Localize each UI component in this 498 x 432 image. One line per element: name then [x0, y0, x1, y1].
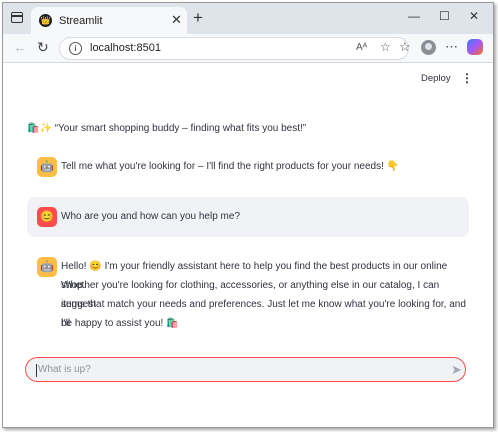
browser-window: 👑 Streamlit ✕ + — ☐ ✕ ← ↻ i localhost:85…	[2, 2, 494, 428]
favorite-star-icon[interactable]: ☆	[380, 40, 391, 54]
read-aloud-icon[interactable]: Aᴬ	[356, 42, 367, 53]
tab-streamlit[interactable]: 👑 Streamlit ✕	[31, 7, 187, 34]
close-tab-icon[interactable]: ✕	[171, 12, 182, 28]
back-icon[interactable]: ←	[13, 39, 27, 55]
maximize-icon[interactable]: ☐	[439, 9, 450, 23]
user-avatar-icon: 😊	[37, 207, 57, 227]
tab-title: Streamlit	[59, 15, 103, 27]
tab-actions-icon[interactable]	[11, 12, 23, 23]
profile-avatar-icon[interactable]	[421, 40, 436, 55]
assistant-message: 🤖 Tell me what you're looking for – I'll…	[27, 151, 469, 183]
app-caption: 🛍️✨ “Your smart shopping buddy – finding…	[27, 123, 306, 134]
address-bar[interactable]: i localhost:8501 Aᴬ ☆	[59, 37, 409, 60]
message-line: be happy to assist you! 🛍️	[61, 318, 179, 329]
site-info-icon[interactable]: i	[69, 42, 82, 55]
minimize-icon[interactable]: —	[408, 9, 420, 23]
message-text: Who are you and how can you help me?	[61, 211, 240, 222]
caption-text: “Your smart shopping buddy – finding wha…	[54, 123, 307, 134]
assistant-avatar-icon: 🤖	[37, 257, 57, 277]
tab-bar: 👑 Streamlit ✕ + — ☐ ✕	[3, 3, 493, 34]
assistant-avatar-icon: 🤖	[37, 157, 57, 177]
new-tab-icon[interactable]: +	[193, 8, 203, 28]
assistant-message: 🤖 Hello! 😊 I'm your friendly assistant h…	[27, 253, 469, 333]
favorites-icon[interactable]: ☆	[399, 39, 411, 55]
chat-input[interactable]: What is up? ➤	[25, 357, 466, 382]
text-caret	[36, 364, 37, 377]
browser-toolbar: ← ↻ i localhost:8501 Aᴬ ☆ ☆ ⋯	[3, 34, 493, 63]
message-text: Tell me what you're looking for – I'll f…	[61, 161, 400, 172]
send-icon[interactable]: ➤	[451, 362, 462, 378]
shopping-bags-sparkles-icon: 🛍️✨	[27, 123, 52, 134]
more-options-icon[interactable]: ⋯	[445, 39, 458, 55]
window-close-icon[interactable]: ✕	[469, 9, 479, 23]
chat-input-placeholder: What is up?	[38, 364, 91, 375]
copilot-icon[interactable]	[467, 39, 483, 55]
deploy-button[interactable]: Deploy	[421, 73, 451, 84]
main-menu-icon[interactable]: ⋮	[461, 71, 473, 85]
url-text: localhost:8501	[90, 42, 161, 54]
refresh-icon[interactable]: ↻	[37, 39, 49, 56]
user-message: 😊 Who are you and how can you help me?	[27, 197, 469, 237]
streamlit-logo-icon: 👑	[39, 14, 52, 27]
